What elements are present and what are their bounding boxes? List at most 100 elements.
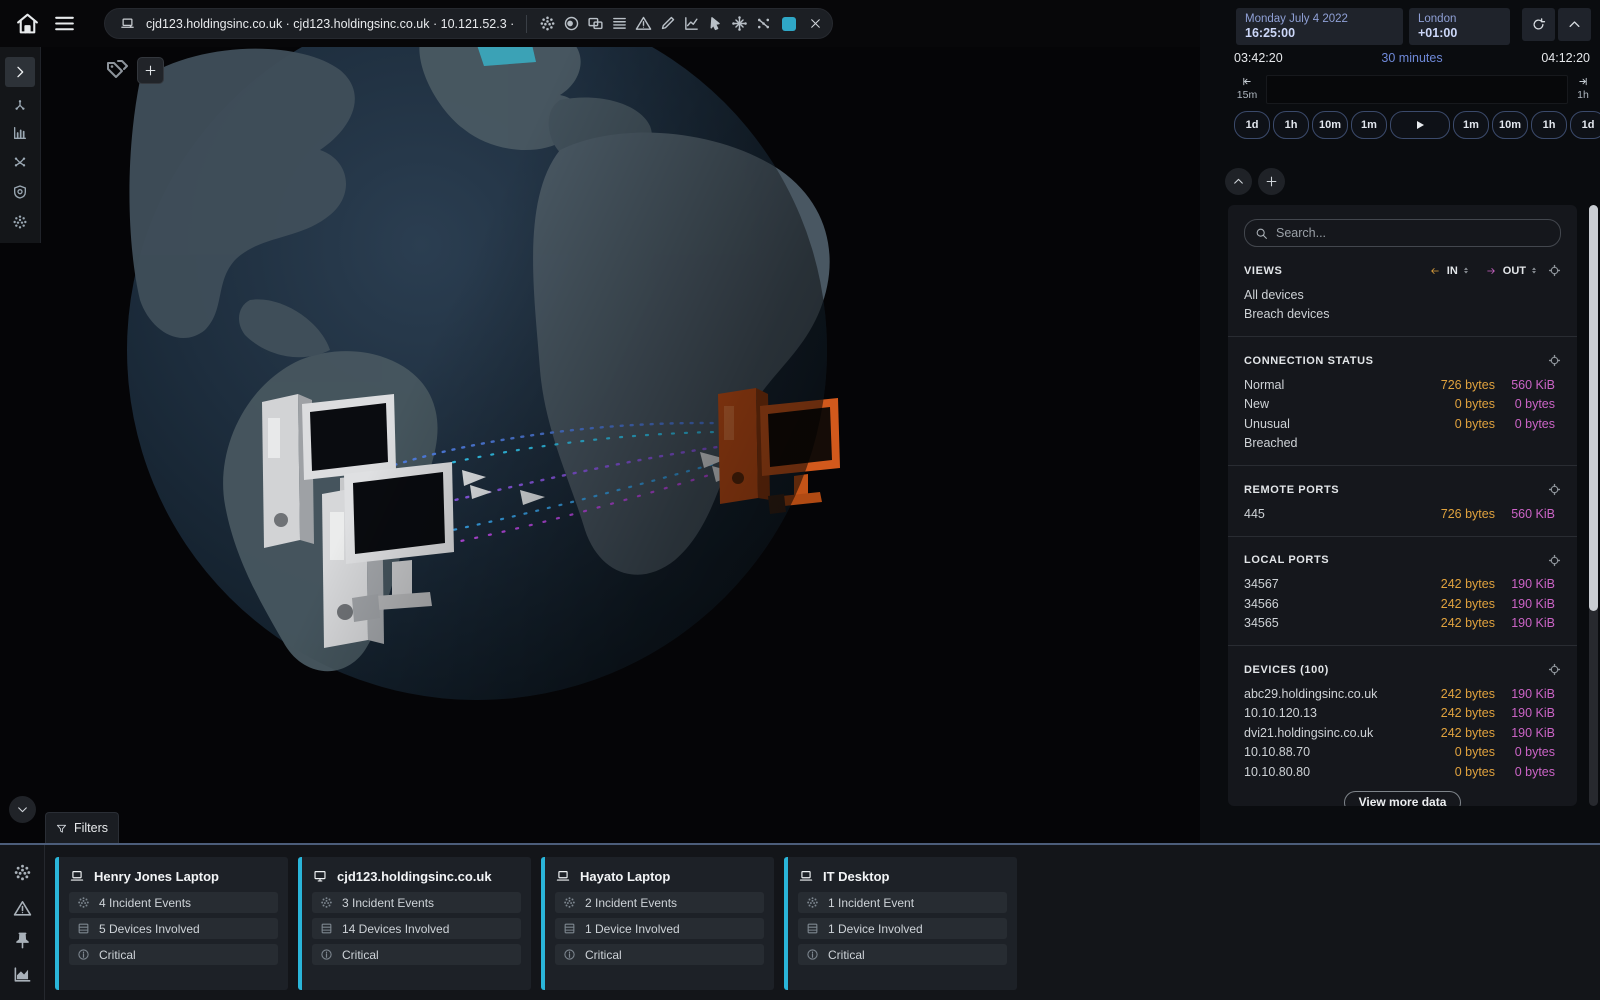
severity-row[interactable]: Critical xyxy=(69,944,278,965)
in-arrow-icon xyxy=(1428,266,1442,276)
severity-icon xyxy=(563,948,576,961)
collapse-incident-tray-button[interactable] xyxy=(9,796,36,823)
network-graph-button[interactable] xyxy=(5,147,35,177)
shield-view-button[interactable] xyxy=(5,177,35,207)
add-tag-button[interactable] xyxy=(137,57,164,84)
rewind-1d-button[interactable]: 1d xyxy=(1234,111,1270,139)
incident-card[interactable]: Hayato Laptop 2 Incident Events 1 Device… xyxy=(541,857,774,990)
panel-search-input[interactable]: Search... xyxy=(1244,219,1561,247)
cluster-view-button[interactable] xyxy=(5,207,35,237)
orb-icon[interactable] xyxy=(563,15,580,32)
rewind-10m-button[interactable]: 10m xyxy=(1312,111,1348,139)
incident-tray: Henry Jones Laptop 4 Incident Events 5 D… xyxy=(0,843,1600,1000)
forward-1d-button[interactable]: 1d xyxy=(1570,111,1600,139)
home-button[interactable] xyxy=(15,11,40,36)
event-log-icon[interactable] xyxy=(611,15,628,32)
antigena-tool-button[interactable] xyxy=(5,91,35,121)
window-length[interactable]: 30 minutes xyxy=(1283,51,1542,65)
pointer-icon[interactable] xyxy=(707,15,724,32)
ai-analyst-icon[interactable] xyxy=(539,15,556,32)
devices-involved-row[interactable]: 1 Device Involved xyxy=(798,918,1007,939)
close-search-icon[interactable] xyxy=(809,17,822,30)
play-button[interactable] xyxy=(1390,111,1450,139)
laptop-icon xyxy=(69,869,85,883)
incident-device-name: IT Desktop xyxy=(823,869,889,884)
rewind-1h-button[interactable]: 1h xyxy=(1273,111,1309,139)
graph-icon[interactable] xyxy=(683,15,700,32)
sort-by-out-control[interactable]: OUT xyxy=(1484,265,1538,277)
panel-scrollbar-thumb[interactable] xyxy=(1589,205,1598,611)
timeline-track[interactable] xyxy=(1266,75,1568,104)
sort-by-in-control[interactable]: IN xyxy=(1428,265,1470,277)
tag-color-chip[interactable] xyxy=(782,17,796,31)
view-breach-devices[interactable]: Breach devices xyxy=(1244,307,1561,321)
view-all-devices[interactable]: All devices xyxy=(1244,288,1561,302)
incident-events-row[interactable]: 1 Incident Event xyxy=(798,892,1007,913)
playback-controls: 1d 1h 10m 1m 1m 10m 1h 1d xyxy=(1234,111,1592,139)
devices-involved-row[interactable]: 1 Device Involved xyxy=(555,918,764,939)
view-item: All devices xyxy=(1244,285,1561,305)
globe-map-canvas[interactable] xyxy=(0,0,1200,843)
severity-row[interactable]: Critical xyxy=(312,944,521,965)
incident-card[interactable]: cjd123.holdingsinc.co.uk 3 Incident Even… xyxy=(298,857,531,990)
screens-icon[interactable] xyxy=(587,15,604,32)
omnisearch-bar[interactable]: cjd123.holdingsinc.co.uk · cjd123.holdin… xyxy=(104,8,833,39)
alert-triangle-icon[interactable] xyxy=(13,899,32,918)
filter-funnel-icon xyxy=(56,822,67,835)
forward-10m-button[interactable]: 10m xyxy=(1492,111,1528,139)
area-chart-icon[interactable] xyxy=(13,965,32,984)
filters-tab[interactable]: Filters xyxy=(45,812,119,843)
incident-cards: Henry Jones Laptop 4 Incident Events 5 D… xyxy=(55,857,1017,990)
antigena-icon xyxy=(12,98,28,114)
incident-events-row[interactable]: 2 Incident Events xyxy=(555,892,764,913)
tags-icon[interactable] xyxy=(104,58,130,82)
severity-row[interactable]: Critical xyxy=(798,944,1007,965)
network-graph-icon xyxy=(12,154,28,170)
collapse-time-panel-button[interactable] xyxy=(1558,8,1591,41)
in-label: IN xyxy=(1447,265,1458,277)
search-icon xyxy=(1255,227,1268,240)
forward-1h-button[interactable]: 1h xyxy=(1531,111,1567,139)
time-window-row: 03:42:20 30 minutes 04:12:20 xyxy=(1234,51,1590,65)
incident-card[interactable]: IT Desktop 1 Incident Event 1 Device Inv… xyxy=(784,857,1017,990)
incident-events-icon xyxy=(806,896,819,909)
severity-row[interactable]: Critical xyxy=(555,944,764,965)
remote-ports-settings-icon[interactable] xyxy=(1548,483,1561,496)
pin-icon[interactable] xyxy=(13,931,32,950)
devices-involved-icon xyxy=(563,922,576,935)
local-ports-header: LOCAL PORTS xyxy=(1244,554,1561,567)
ai-analyst-icon[interactable] xyxy=(13,863,32,882)
expand-sidebar-button[interactable] xyxy=(5,57,35,87)
section-divider xyxy=(1228,645,1577,646)
main-menu-button[interactable] xyxy=(52,11,77,36)
burst-icon[interactable] xyxy=(731,15,748,32)
refresh-icon xyxy=(1531,17,1546,32)
incident-events-row[interactable]: 4 Incident Events xyxy=(69,892,278,913)
map-toolbar xyxy=(0,47,41,243)
skip-back-control[interactable]: 15m xyxy=(1234,76,1260,101)
timezone-selector[interactable]: London +01:00 xyxy=(1409,8,1510,45)
collapse-panel-button[interactable] xyxy=(1225,168,1252,195)
views-settings-icon[interactable] xyxy=(1548,264,1561,277)
forward-1m-button[interactable]: 1m xyxy=(1453,111,1489,139)
port-row: 34566242 bytes190 KiB xyxy=(1244,594,1561,614)
window-start-time: 03:42:20 xyxy=(1234,51,1283,65)
refresh-button[interactable] xyxy=(1522,8,1555,41)
devices-involved-row[interactable]: 5 Devices Involved xyxy=(69,918,278,939)
share-nodes-icon[interactable] xyxy=(755,15,772,32)
rewind-1m-button[interactable]: 1m xyxy=(1351,111,1387,139)
connection-status-settings-icon[interactable] xyxy=(1548,354,1561,367)
alert-triangle-icon[interactable] xyxy=(635,15,652,32)
devices-involved-row[interactable]: 14 Devices Involved xyxy=(312,918,521,939)
skip-forward-control[interactable]: 1h xyxy=(1572,76,1594,101)
local-ports-settings-icon[interactable] xyxy=(1548,554,1561,567)
pencil-icon[interactable] xyxy=(659,15,676,32)
date-time-selector[interactable]: Monday July 4 2022 16:25:00 xyxy=(1236,8,1403,45)
devices-settings-icon[interactable] xyxy=(1548,663,1561,676)
chart-tool-button[interactable] xyxy=(5,118,35,148)
incident-events-row[interactable]: 3 Incident Events xyxy=(312,892,521,913)
chevron-up-icon xyxy=(1567,17,1582,32)
add-panel-button[interactable] xyxy=(1258,168,1285,195)
incident-card[interactable]: Henry Jones Laptop 4 Incident Events 5 D… xyxy=(55,857,288,990)
view-more-data-button[interactable]: View more data xyxy=(1344,791,1462,807)
